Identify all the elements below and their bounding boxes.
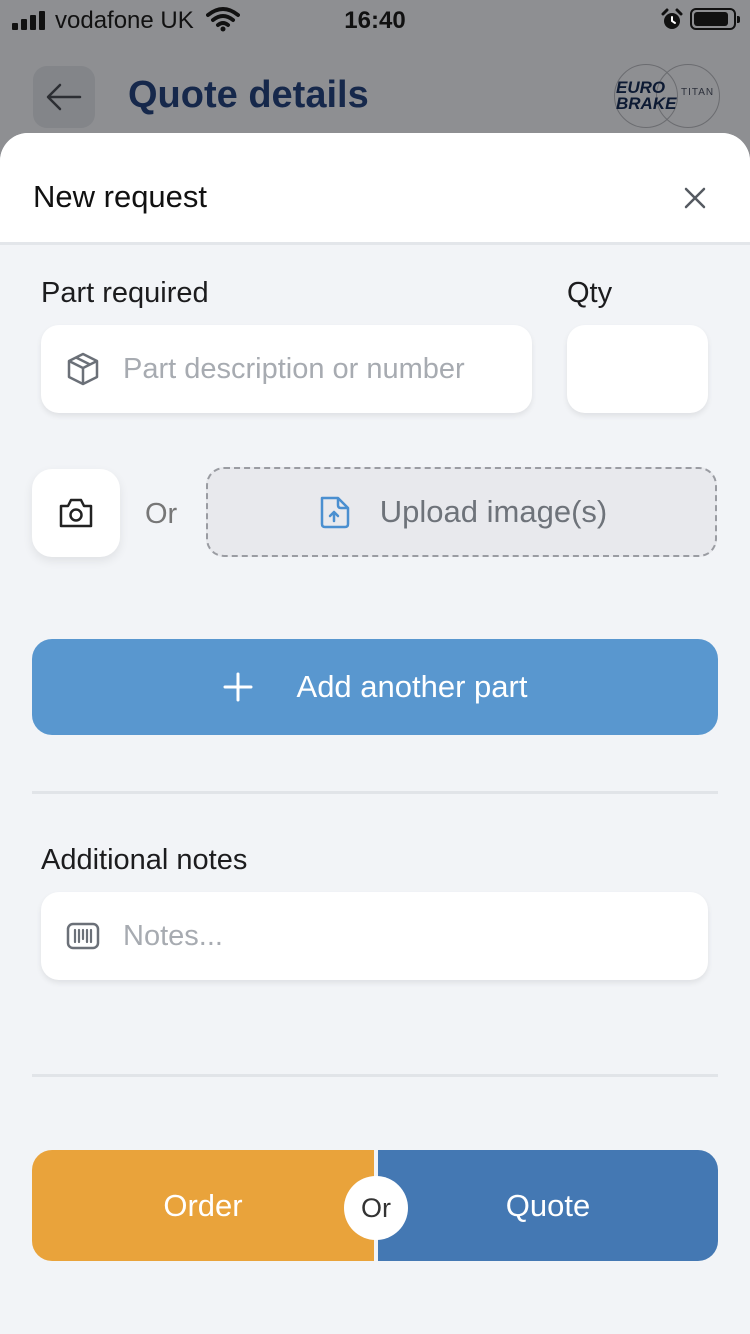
upload-images-label: Upload image(s) [379, 494, 608, 529]
close-icon [684, 187, 706, 209]
qty-label: Qty [567, 277, 613, 309]
part-required-label: Part required [41, 277, 209, 309]
part-description-input[interactable] [123, 352, 523, 386]
battery-icon [690, 8, 740, 30]
notes-input[interactable] [123, 919, 683, 953]
arrow-left-icon [46, 83, 82, 111]
camera-button[interactable] [32, 469, 120, 557]
sheet-header: New request [0, 133, 750, 245]
page-title: Quote details [128, 74, 369, 116]
close-button[interactable] [678, 181, 712, 215]
sheet-title: New request [33, 179, 208, 214]
page-header: Quote details EURO BRAKE TITAN [0, 60, 750, 130]
battery-fill [694, 12, 729, 26]
add-another-part-button[interactable]: Add another part [32, 639, 718, 735]
notes-input-wrapper [41, 892, 708, 980]
plus-icon [223, 672, 253, 702]
divider [32, 1074, 718, 1077]
additional-notes-label: Additional notes [41, 844, 248, 876]
quote-button[interactable]: Quote [378, 1150, 718, 1261]
add-another-part-label: Add another part [296, 669, 528, 704]
qty-input[interactable] [567, 352, 708, 386]
divider [32, 791, 718, 794]
new-request-sheet: New request Part required Qty Or Upload [0, 133, 750, 1334]
package-box-icon [67, 352, 99, 386]
order-label: Order [163, 1187, 243, 1223]
alarm-icon [661, 8, 683, 29]
brand-logo: EURO BRAKE TITAN [612, 62, 722, 132]
upload-images-button[interactable]: Upload image(s) [206, 467, 717, 557]
order-button[interactable]: Order [32, 1150, 374, 1261]
logo-secondary-text: TITAN [681, 87, 715, 98]
part-input-wrapper [41, 325, 532, 413]
qty-input-wrapper [567, 325, 708, 413]
status-bar: vodafone UK 16:40 [0, 0, 750, 40]
back-button[interactable] [33, 66, 95, 128]
quote-label: Quote [505, 1187, 591, 1223]
or-separator-badge: Or [344, 1176, 408, 1240]
status-time: 16:40 [344, 7, 406, 34]
camera-icon [59, 498, 93, 528]
or-label: Or [145, 498, 178, 530]
file-upload-icon [320, 496, 350, 529]
barcode-icon [66, 922, 100, 950]
